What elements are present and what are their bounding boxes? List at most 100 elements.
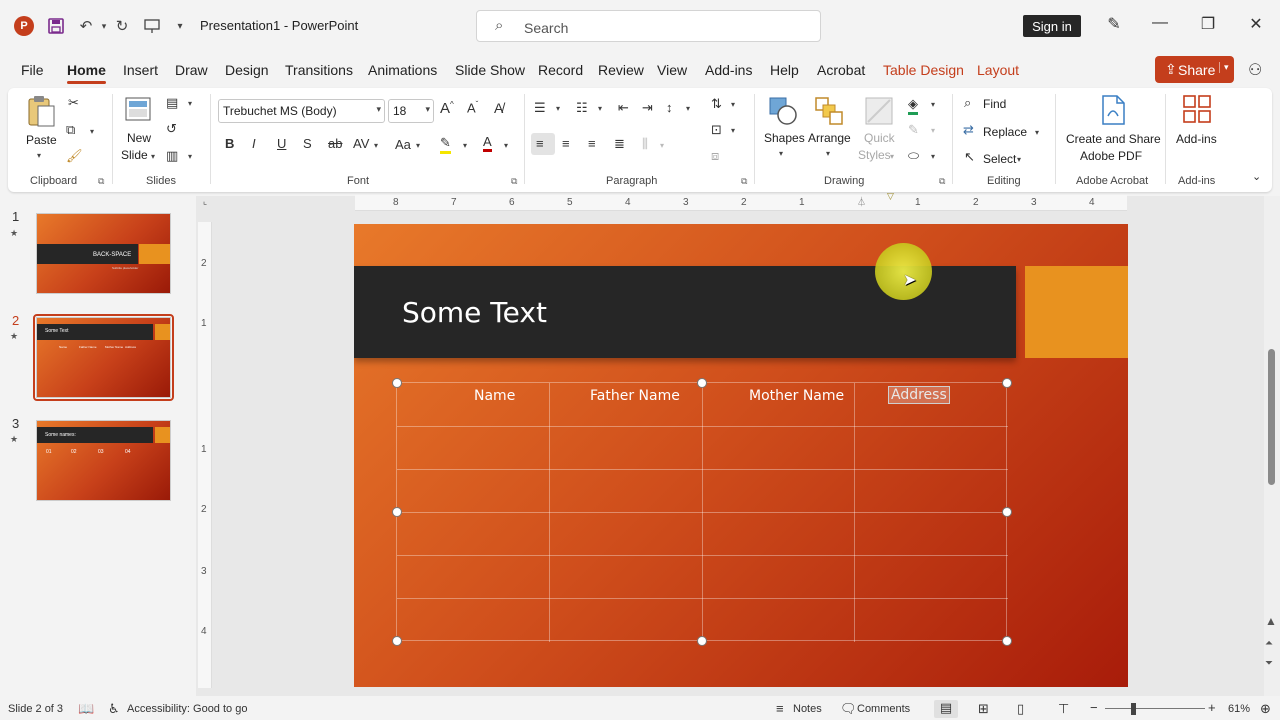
create-share-pdf-label-1[interactable]: Create and Share xyxy=(1066,132,1161,146)
clipboard-launcher-icon[interactable]: ⧉ xyxy=(98,176,104,187)
scrollbar-thumb[interactable] xyxy=(1268,349,1275,485)
add-ins-label[interactable]: Add-ins xyxy=(1176,132,1217,146)
share-button[interactable]: ⇪ Share ▾ xyxy=(1155,56,1234,83)
text-direction-icon[interactable]: ⇅ xyxy=(711,96,722,112)
normal-view-icon[interactable]: ▤ xyxy=(934,700,958,718)
bullets-icon[interactable]: ☰ xyxy=(534,100,546,116)
shapes-dropdown-icon[interactable]: ▾ xyxy=(779,149,783,158)
add-ins-icon[interactable] xyxy=(1182,94,1212,124)
quick-styles-icon[interactable] xyxy=(864,96,894,126)
next-slide-icon[interactable]: ⏷ xyxy=(1265,658,1273,669)
zoom-slider[interactable] xyxy=(1105,708,1205,709)
slide-title[interactable]: Some Text xyxy=(402,296,547,329)
slide-thumbnail-3[interactable]: Some names: 01 02 03 04 xyxy=(36,420,171,501)
new-slide-label-1[interactable]: New xyxy=(127,131,151,145)
zoom-level[interactable]: 61% xyxy=(1228,703,1250,715)
ribbon-collapse-icon[interactable]: ⌄ xyxy=(1252,170,1261,183)
spelling-icon[interactable]: 📖 xyxy=(78,701,94,717)
create-pdf-icon[interactable] xyxy=(1098,94,1128,125)
comments-button[interactable]: Comments xyxy=(857,703,910,715)
justify-icon[interactable]: ≣ xyxy=(614,136,625,152)
tab-transitions[interactable]: Transitions xyxy=(285,62,353,78)
arrange-icon[interactable] xyxy=(814,96,844,126)
resize-handle[interactable] xyxy=(697,636,707,646)
tab-file[interactable]: File xyxy=(21,62,44,78)
line-spacing-icon[interactable]: ↕ xyxy=(666,100,673,115)
table-header-cell[interactable]: Name xyxy=(474,388,515,404)
increase-font-size-icon[interactable]: A^ xyxy=(440,100,454,117)
start-presentation-icon[interactable] xyxy=(142,16,162,36)
section-icon[interactable]: ▥ xyxy=(166,148,178,164)
pen-icon[interactable]: ✎ xyxy=(1102,14,1126,34)
resize-handle[interactable] xyxy=(392,507,402,517)
resize-handle[interactable] xyxy=(697,378,707,388)
paragraph-launcher-icon[interactable]: ⧉ xyxy=(741,176,747,187)
share-dropdown-icon[interactable]: ▾ xyxy=(1219,62,1229,73)
layout-dropdown-icon[interactable]: ▾ xyxy=(188,99,192,108)
shapes-label[interactable]: Shapes xyxy=(764,131,805,145)
paste-icon[interactable] xyxy=(26,94,56,127)
underline-icon[interactable]: U xyxy=(277,136,286,151)
shape-outline-dropdown-icon[interactable]: ▾ xyxy=(931,126,935,135)
character-spacing-icon[interactable]: AV xyxy=(353,136,369,151)
line-spacing-dropdown-icon[interactable]: ▾ xyxy=(686,104,690,113)
sign-in-button[interactable]: Sign in xyxy=(1023,15,1081,37)
select-label[interactable]: Select xyxy=(983,152,1016,166)
quick-styles-label-2[interactable]: Styles xyxy=(858,148,891,162)
coauthor-icon[interactable]: ⚇ xyxy=(1248,60,1262,80)
resize-handle[interactable] xyxy=(1002,636,1012,646)
table-header-cell[interactable]: Mother Name xyxy=(749,388,844,404)
table-header-cell-selected[interactable]: Address xyxy=(888,386,950,404)
scroll-up-icon[interactable]: ▲ xyxy=(1265,614,1277,628)
copy-dropdown-icon[interactable]: ▾ xyxy=(90,127,94,136)
quick-styles-label-1[interactable]: Quick xyxy=(864,131,895,145)
shape-fill-dropdown-icon[interactable]: ▾ xyxy=(931,100,935,109)
tab-view[interactable]: View xyxy=(657,62,687,78)
first-line-indent-icon[interactable]: ▽ xyxy=(887,191,894,202)
layout-icon[interactable]: ▤ xyxy=(166,95,178,111)
undo-icon[interactable]: ↶ xyxy=(76,16,96,36)
bold-icon[interactable]: B xyxy=(225,136,234,151)
font-family-select[interactable]: Trebuchet MS (Body) ▾ xyxy=(218,99,385,123)
cut-icon[interactable]: ✂ xyxy=(68,95,79,111)
search-input[interactable]: ⌕ Search xyxy=(476,10,821,42)
comments-icon[interactable]: 🗨 xyxy=(840,701,857,717)
columns-dropdown-icon[interactable]: ▾ xyxy=(660,141,664,150)
previous-slide-icon[interactable]: ⏶ xyxy=(1265,638,1273,649)
reset-icon[interactable]: ↺ xyxy=(166,121,177,137)
numbering-icon[interactable]: ☷ xyxy=(576,100,588,116)
shape-effects-dropdown-icon[interactable]: ▾ xyxy=(931,152,935,161)
tab-slide-show[interactable]: Slide Show xyxy=(455,62,525,78)
minimize-icon[interactable]: — xyxy=(1148,14,1172,32)
replace-label[interactable]: Replace xyxy=(983,125,1027,139)
accessibility-icon[interactable]: ♿ xyxy=(108,701,120,717)
align-text-icon[interactable]: ⊡ xyxy=(711,122,722,138)
tab-table-design[interactable]: Table Design xyxy=(883,62,964,78)
new-slide-dropdown-icon[interactable]: ▾ xyxy=(151,152,155,161)
slide-thumbnail-2[interactable]: Some Text Name Father Name Mother Name A… xyxy=(36,317,171,398)
select-dropdown-icon[interactable]: ▾ xyxy=(1017,155,1021,164)
customize-toolbar-icon[interactable]: ▾ xyxy=(170,16,190,36)
paste-dropdown-icon[interactable]: ▾ xyxy=(37,151,41,160)
quick-styles-dropdown-icon[interactable]: ▾ xyxy=(890,152,894,161)
text-direction-dropdown-icon[interactable]: ▾ xyxy=(731,100,735,109)
slide-show-icon[interactable]: ⊤ xyxy=(1058,701,1069,717)
highlight-dropdown-icon[interactable]: ▾ xyxy=(463,141,467,150)
case-dropdown-icon[interactable]: ▾ xyxy=(416,141,420,150)
strikethrough-icon[interactable]: ab xyxy=(328,136,342,151)
new-slide-label-2[interactable]: Slide xyxy=(121,148,148,162)
slide-info[interactable]: Slide 2 of 3 xyxy=(8,703,63,715)
columns-icon[interactable]: ⫼ xyxy=(642,136,648,152)
tab-draw[interactable]: Draw xyxy=(175,62,208,78)
increase-indent-icon[interactable]: ⇥ xyxy=(642,100,653,116)
redo-icon[interactable]: ↻ xyxy=(112,16,132,36)
find-label[interactable]: Find xyxy=(983,97,1006,111)
numbering-dropdown-icon[interactable]: ▾ xyxy=(598,104,602,113)
notes-button[interactable]: Notes xyxy=(793,703,822,715)
highlight-icon[interactable]: ✎ xyxy=(440,135,451,154)
save-icon[interactable] xyxy=(46,16,66,36)
tab-review[interactable]: Review xyxy=(598,62,644,78)
resize-handle[interactable] xyxy=(1002,378,1012,388)
spacing-dropdown-icon[interactable]: ▾ xyxy=(374,141,378,150)
align-right-icon[interactable]: ≡ xyxy=(588,136,596,151)
